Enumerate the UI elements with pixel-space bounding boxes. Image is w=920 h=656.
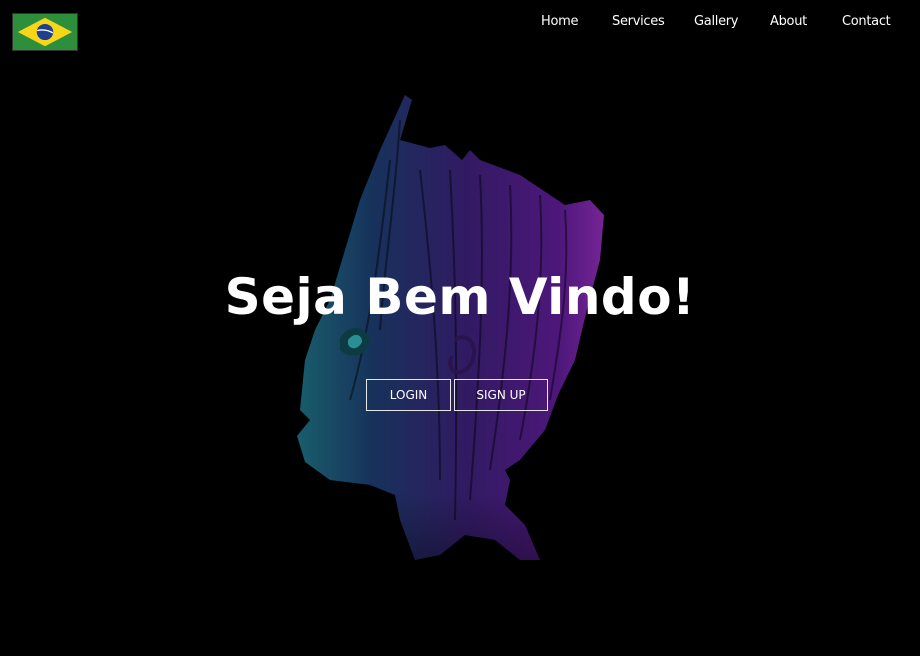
page: Home Services Gallery About Contact Seja… [0,0,920,656]
hero-title: Seja Bem Vindo! [224,268,696,326]
nav-contact-link[interactable]: Contact [842,14,891,29]
nav-home-link[interactable]: Home [541,14,579,29]
login-button[interactable]: LOGIN [366,379,451,411]
groot-illustration [0,0,920,656]
nav-services-link[interactable]: Services [612,14,665,29]
nav-about-link[interactable]: About [770,14,807,29]
nav-gallery-link[interactable]: Gallery [694,14,739,29]
brazil-flag-icon[interactable] [12,13,78,51]
signup-button[interactable]: SIGN UP [454,379,548,411]
